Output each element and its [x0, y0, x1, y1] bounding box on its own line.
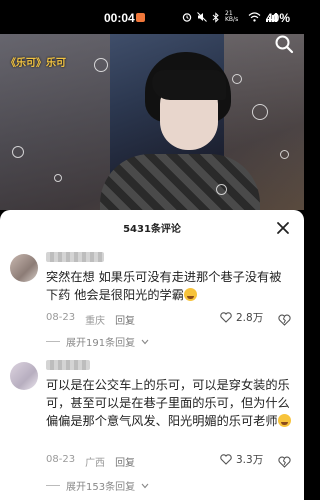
video-person-shirt	[100, 154, 260, 210]
bubble-decoration	[252, 104, 268, 120]
username-blurred[interactable]	[46, 252, 104, 262]
chevron-down-icon	[141, 483, 149, 488]
comment-item: 可以是在公交车上的乐可，可以是穿女装的乐可，甚至可以是在巷子里面的乐可，但为什么…	[0, 358, 304, 500]
expand-replies[interactable]: 展开191条回复	[46, 334, 149, 349]
like-button[interactable]: 2.8万	[220, 310, 263, 325]
video-person-fringe	[152, 70, 226, 100]
divider	[46, 485, 60, 486]
chevron-down-icon	[141, 339, 149, 344]
avatar[interactable]	[10, 362, 38, 390]
bubble-decoration	[280, 150, 289, 159]
dislike-button[interactable]	[278, 311, 291, 326]
network-speed: 21 KB/s	[225, 10, 239, 23]
comment-location: 重庆	[85, 316, 106, 327]
username-blurred[interactable]	[46, 360, 90, 370]
divider	[46, 341, 60, 342]
broken-heart-icon	[278, 314, 291, 326]
alarm-icon	[182, 13, 192, 22]
comment-item: 突然在想 如果乐可没有走进那个巷子没有被下药 他会是很阳光的学霸 08-23 重…	[0, 250, 304, 354]
comment-text: 突然在想 如果乐可没有走进那个巷子没有被下药 他会是很阳光的学霸	[46, 270, 282, 302]
search-button[interactable]	[274, 34, 294, 54]
dislike-button[interactable]	[278, 453, 291, 468]
comment-text: 可以是在公交车上的乐可，可以是穿女装的乐可，甚至可以是在巷子里面的乐可，但为什么…	[46, 378, 291, 428]
like-count: 3.3万	[236, 454, 264, 466]
expand-replies[interactable]: 展开153条回复	[46, 478, 149, 493]
expand-replies-label: 展开153条回复	[66, 482, 136, 493]
close-icon	[277, 222, 289, 234]
comment-date: 08-23	[46, 312, 76, 323]
bubble-decoration	[216, 184, 227, 195]
bubble-decoration	[54, 174, 62, 182]
video-title: 《乐可》乐可	[6, 58, 66, 69]
mute-icon	[197, 12, 207, 22]
comments-header: 5431条评论	[0, 210, 304, 244]
avatar[interactable]	[10, 254, 38, 282]
comment-meta: 08-23 广西 回复	[46, 454, 135, 469]
comment-date: 08-23	[46, 454, 76, 465]
like-count: 2.8万	[236, 312, 264, 324]
search-icon	[275, 35, 294, 54]
heart-icon	[220, 312, 232, 323]
reply-button[interactable]: 回复	[115, 312, 135, 327]
reply-button[interactable]: 回复	[115, 454, 135, 469]
wifi-icon	[248, 12, 261, 22]
bluetooth-icon	[212, 11, 219, 23]
comment-meta: 08-23 重庆 回复	[46, 312, 135, 327]
comments-sheet: 5431条评论 突然在想 如果乐可没有走进那个巷子没有被下药 他会是很阳光的学霸…	[0, 210, 304, 500]
status-bar: 00:04 21 KB/s 40%	[0, 0, 304, 34]
crying-emoji-icon	[183, 288, 197, 301]
comments-count-title: 5431条评论	[123, 224, 181, 235]
broken-heart-icon	[278, 456, 291, 468]
crying-emoji-icon	[277, 414, 291, 427]
like-button[interactable]: 3.3万	[220, 452, 263, 467]
heart-icon	[220, 454, 232, 465]
bubble-decoration	[232, 74, 242, 84]
bubble-decoration	[12, 146, 24, 158]
battery-level: 40%	[266, 11, 291, 25]
video-player[interactable]: 《乐可》乐可	[0, 34, 304, 210]
comment-location: 广西	[85, 458, 106, 469]
expand-replies-label: 展开191条回复	[66, 338, 136, 349]
status-time: 00:04	[104, 11, 135, 25]
close-button[interactable]	[276, 220, 290, 234]
notification-icon	[136, 13, 145, 22]
bubble-decoration	[94, 58, 108, 72]
